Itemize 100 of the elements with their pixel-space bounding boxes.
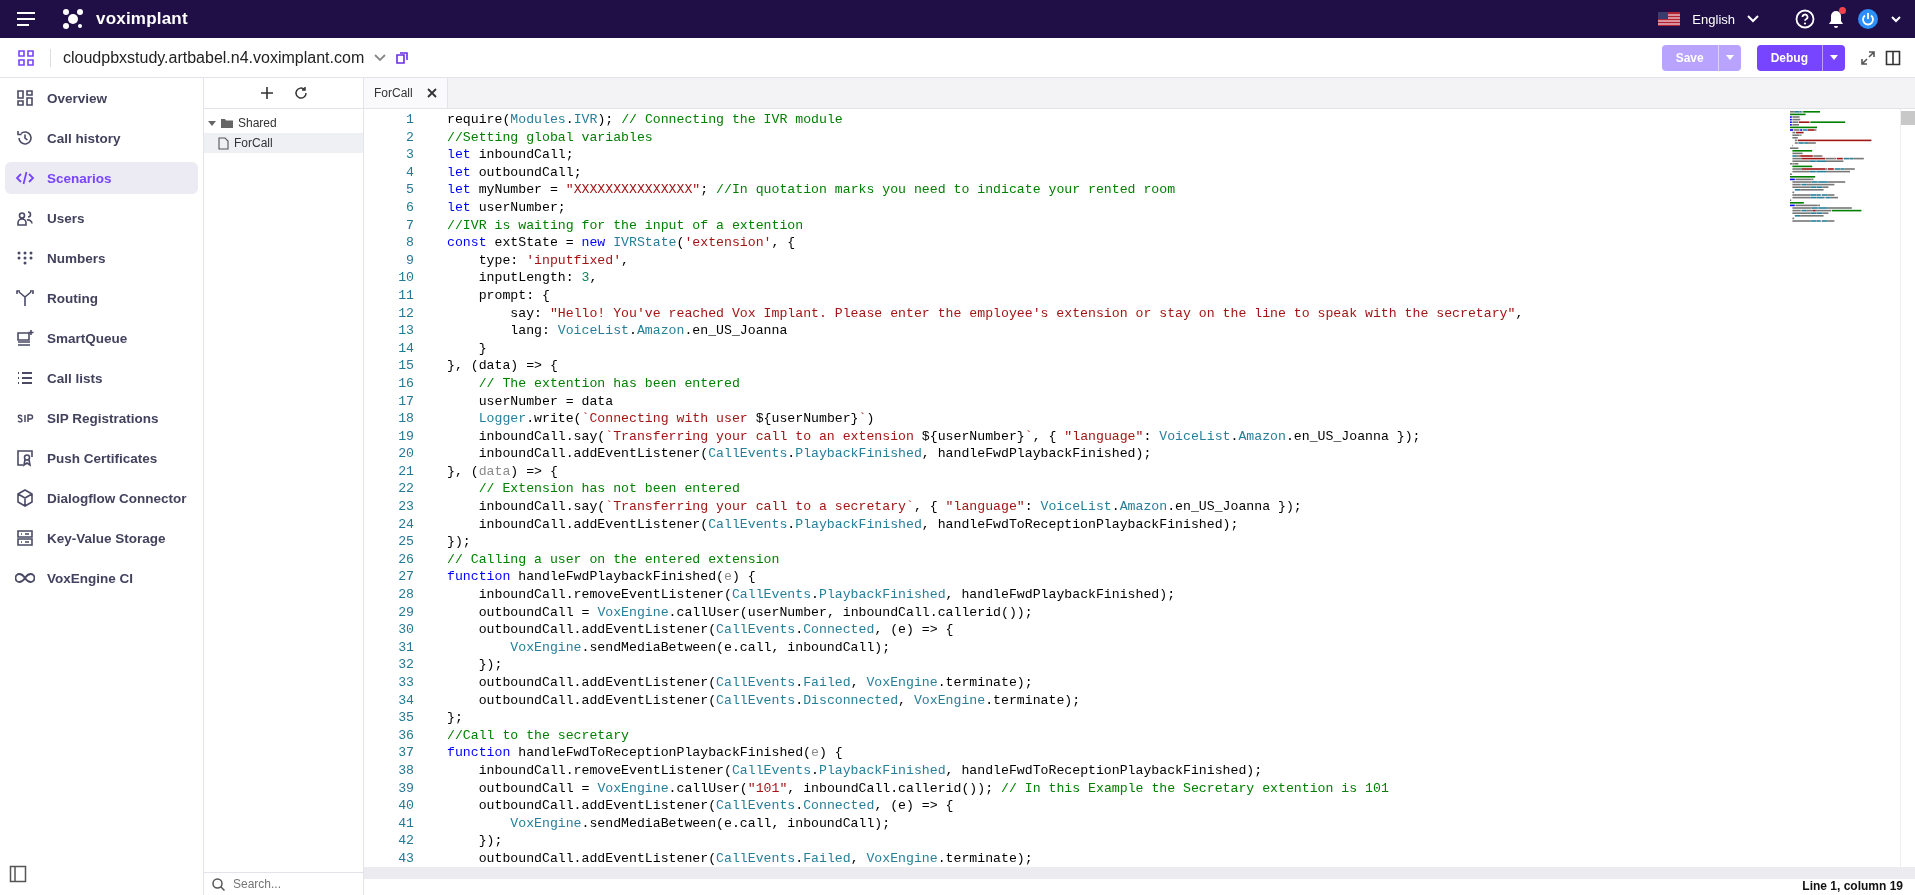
line-number: 34 (397, 691, 415, 710)
nav-item[interactable]: VoxEngine CI (5, 562, 198, 594)
scrollbar-thumb[interactable] (1901, 111, 1915, 125)
line-number: 20 (397, 445, 415, 463)
dashboard-icon (15, 88, 35, 108)
line-number: 18 (397, 410, 415, 428)
line-number: 23 (397, 498, 415, 516)
line-number: 42 (397, 832, 415, 850)
code-line: let outboundCall; (447, 163, 582, 182)
line-number: 38 (397, 761, 415, 780)
code-line: //IVR is waiting for the input of a extention (447, 216, 804, 235)
line-number: 33 (397, 674, 415, 692)
voximplant-logo-icon (62, 8, 84, 30)
dropdown-button[interactable] (1822, 44, 1845, 71)
code-line: function handleFwdToReceptionPlaybackFinished(e) { (447, 744, 843, 762)
editor-tab[interactable]: ForCall (364, 78, 448, 108)
sidebar-toggle-icon[interactable] (9, 865, 27, 883)
code-line: let myNumber = "XXXXXXXXXXXXXXX"; //In quotation marks you need to indicate your rented room (447, 181, 1176, 199)
power-avatar-icon[interactable] (1857, 8, 1879, 30)
line-number: 12 (397, 304, 415, 323)
search-field[interactable]: Search... (233, 877, 353, 891)
split-panel-icon[interactable] (1885, 49, 1901, 66)
users-icon (15, 208, 35, 228)
line-number: 19 (397, 427, 415, 446)
code-line: require(Modules.IVR); // Connecting the IVR module (447, 111, 843, 129)
code-line: say: "Hello! You've reached Vox Implant. Please enter the employee's extension or stay on the line to speak with the secretary", (509, 304, 1524, 323)
line-number: 30 (397, 621, 415, 639)
us-flag-icon (1658, 12, 1681, 26)
history-icon (15, 128, 35, 148)
line-number: 15 (397, 357, 415, 375)
code-line: VoxEngine.sendMediaBetween(e.call, inboundCall); (509, 638, 891, 657)
debug-button[interactable]: Debug (1756, 44, 1822, 71)
routing-icon (15, 288, 35, 308)
certificate-icon (15, 448, 35, 468)
code-line: // Extension has not been entered (477, 480, 740, 499)
code-line: //Setting global variables (447, 128, 653, 147)
nav-item[interactable]: Push Certificates (5, 442, 198, 474)
nav-item[interactable]: Scenarios (5, 162, 198, 194)
code-line: userNumber = data (477, 392, 614, 411)
line-number: 10 (397, 269, 415, 287)
nav-item[interactable]: Key-Value Storage (5, 522, 198, 554)
nav-item[interactable]: SIP Registrations (5, 402, 198, 434)
code-line: inboundCall.addEventListener(CallEvents.PlaybackFinished, handleFwdToReceptionPlaybackFinished); (477, 515, 1239, 534)
bell-icon[interactable] (1827, 9, 1845, 29)
line-number: 13 (397, 322, 415, 340)
line-number: 22 (397, 480, 415, 499)
nav-item[interactable]: Users (5, 202, 198, 234)
code-line: }); (447, 533, 471, 551)
code-line: }; (447, 709, 463, 727)
line-number: 21 (397, 462, 415, 481)
line-number: 1 (405, 111, 415, 129)
line-number: 11 (397, 286, 415, 305)
menu-icon[interactable] (16, 11, 36, 27)
code-line: const extState = new IVRState('extension', { (447, 234, 796, 252)
line-number: 43 (397, 849, 415, 867)
help-icon[interactable] (1795, 9, 1815, 29)
code-line: let userNumber; (447, 198, 566, 217)
code-line: }, (data) => { (447, 462, 558, 481)
line-number: 7 (405, 216, 415, 235)
caret-down-icon (1830, 55, 1838, 60)
language-selector[interactable]: English (1692, 11, 1735, 27)
line-number: 2 (405, 128, 415, 147)
queue-icon (15, 328, 35, 348)
line-number: 26 (397, 550, 415, 569)
nav-item[interactable]: Overview (5, 82, 198, 114)
domain-name: cloudpbxstudy.artbabel.n4.voximplant.com (50, 48, 365, 67)
file-item[interactable]: ForCall (204, 133, 363, 153)
line-number: 28 (397, 586, 415, 604)
code-line: outboundCall.addEventListener(CallEvents.Failed, VoxEngine.terminate); (477, 849, 1033, 867)
code-line: outboundCall.addEventListener(CallEvents.Disconnected, VoxEngine.terminate); (477, 691, 1081, 710)
folder-icon (221, 118, 233, 128)
code-line: outboundCall = VoxEngine.callUser("101", inboundCall.callerid()); // In this Example the Secretary extention is 101 (477, 779, 1389, 798)
refresh-icon[interactable] (293, 86, 308, 100)
line-number: 39 (397, 779, 415, 798)
close-icon[interactable] (426, 88, 437, 98)
code-line: inboundCall.removeEventListener(CallEvents.PlaybackFinished, handleFwdPlaybackFinished); (477, 586, 1176, 604)
nav-item[interactable]: SmartQueue (5, 322, 198, 354)
code-line: inboundCall.removeEventListener(CallEvents.PlaybackFinished, handleFwdToReceptionPlaybackFinished); (477, 761, 1263, 780)
expand-icon[interactable] (1861, 50, 1875, 65)
grid-icon[interactable] (18, 49, 34, 66)
nav-item[interactable]: Call lists (5, 362, 198, 394)
add-icon[interactable] (259, 86, 274, 100)
caret-down-icon (1725, 55, 1734, 60)
nav-item[interactable]: Call history (5, 122, 198, 154)
code-line: } (477, 339, 487, 358)
horizontal-scrollbar[interactable] (364, 867, 1915, 879)
line-number: 36 (397, 726, 415, 745)
line-number: 35 (397, 709, 415, 727)
line-number: 6 (405, 198, 415, 217)
code-line: let inboundCall; (447, 146, 574, 164)
cube-icon (15, 488, 35, 508)
nav-item[interactable]: Routing (5, 282, 198, 314)
line-number: 17 (397, 392, 415, 411)
copy-icon[interactable] (396, 51, 409, 64)
code-line: type: 'inputfixed', (477, 251, 630, 270)
line-number: 37 (397, 744, 415, 762)
line-number: 24 (397, 515, 415, 534)
folder-item[interactable]: Shared (204, 113, 363, 133)
nav-item[interactable]: Dialogflow Connector (5, 482, 198, 514)
nav-item[interactable]: Numbers (5, 242, 198, 274)
